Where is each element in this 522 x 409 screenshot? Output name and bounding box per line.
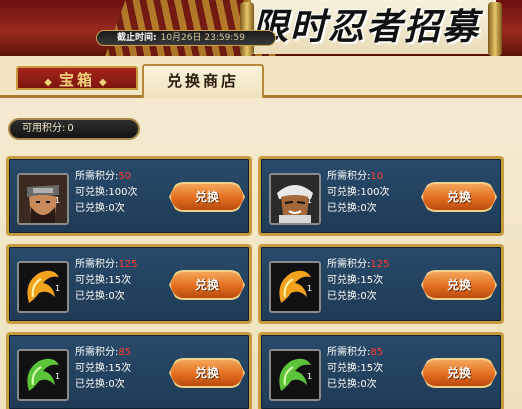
white-haired-ninja-portrait-icon <box>269 173 321 225</box>
limit-value: 15次 <box>360 363 384 374</box>
exchange-button[interactable]: 兑换 <box>169 358 245 388</box>
cost-value: 10 <box>370 171 384 182</box>
shop-item-card: 1 所需积分:50 可兑换:100次 已兑换:0次 兑换 <box>6 156 252 236</box>
used-value: 0次 <box>360 379 377 390</box>
deadline-value: 10月26日 23:59:59 <box>160 33 245 43</box>
used-label: 已兑换: <box>75 291 109 302</box>
item-quantity: 1 <box>55 372 61 381</box>
used-label: 已兑换: <box>75 203 109 214</box>
shop-item-card: 1 所需积分:125 可兑换:15次 已兑换:0次 兑换 <box>258 244 504 324</box>
limit-label: 可兑换: <box>75 363 109 374</box>
item-info: 所需积分:85 可兑换:15次 已兑换:0次 <box>327 345 427 393</box>
exchange-button[interactable]: 兑换 <box>421 270 497 300</box>
event-banner: 限时忍者招募 截止时间: 10月26日 23:59:59 <box>0 0 522 56</box>
limit-value: 100次 <box>360 187 390 198</box>
orange-swirl-scroll-icon <box>17 261 69 313</box>
limit-value: 100次 <box>108 187 138 198</box>
limit-label: 可兑换: <box>75 275 109 286</box>
tab-strip: ◆ 宝箱 ◆ 兑换商店 <box>0 56 522 98</box>
exchange-button[interactable]: 兑换 <box>169 270 245 300</box>
cost-value: 85 <box>118 347 132 358</box>
tab-treasure-label: 宝箱 <box>58 71 95 89</box>
used-label: 已兑换: <box>75 379 109 390</box>
orange-swirl-scroll-icon <box>269 261 321 313</box>
cost-value: 85 <box>370 347 384 358</box>
used-value: 0次 <box>360 203 377 214</box>
cost-label: 所需积分: <box>327 347 371 358</box>
used-label: 已兑换: <box>327 203 361 214</box>
limit-value: 15次 <box>108 363 132 374</box>
cost-label: 所需积分: <box>327 259 371 270</box>
item-info: 所需积分:125 可兑换:15次 已兑换:0次 <box>75 257 175 305</box>
cost-label: 所需积分: <box>327 171 371 182</box>
shop-item-card: 1 所需积分:125 可兑换:15次 已兑换:0次 兑换 <box>6 244 252 324</box>
item-info: 所需积分:125 可兑换:15次 已兑换:0次 <box>327 257 427 305</box>
exchange-button[interactable]: 兑换 <box>421 358 497 388</box>
exchange-button[interactable]: 兑换 <box>169 182 245 212</box>
green-swirl-scroll-icon <box>17 349 69 401</box>
item-info: 所需积分:50 可兑换:100次 已兑换:0次 <box>75 169 175 217</box>
used-value: 0次 <box>108 379 125 390</box>
item-info: 所需积分:10 可兑换:100次 已兑换:0次 <box>327 169 427 217</box>
item-info: 所需积分:85 可兑换:15次 已兑换:0次 <box>75 345 175 393</box>
tab-treasure-box[interactable]: ◆ 宝箱 ◆ <box>16 66 138 90</box>
used-value: 0次 <box>108 291 125 302</box>
used-label: 已兑换: <box>327 291 361 302</box>
event-title: 限时忍者招募 <box>252 6 481 48</box>
limit-label: 可兑换: <box>327 187 361 198</box>
cost-value: 125 <box>370 259 390 270</box>
cost-label: 所需积分: <box>75 259 119 270</box>
item-quantity: 1 <box>307 196 313 205</box>
limit-label: 可兑换: <box>75 187 109 198</box>
points-label: 可用积分: <box>22 123 66 134</box>
points-value: 0 <box>67 123 74 134</box>
used-value: 0次 <box>108 203 125 214</box>
cost-value: 50 <box>118 171 132 182</box>
item-quantity: 1 <box>55 284 61 293</box>
tab-shop-label: 兑换商店 <box>166 72 239 90</box>
available-points: 可用积分: 0 <box>8 118 140 140</box>
deadline-bar: 截止时间: 10月26日 23:59:59 <box>96 30 276 46</box>
item-quantity: 1 <box>307 372 313 381</box>
used-label: 已兑换: <box>327 379 361 390</box>
limit-label: 可兑换: <box>327 363 361 374</box>
masked-ninja-portrait-icon <box>17 173 69 225</box>
item-quantity: 1 <box>55 196 61 205</box>
cost-label: 所需积分: <box>75 347 119 358</box>
tab-exchange-shop[interactable]: 兑换商店 <box>142 64 264 98</box>
shop-item-card: 1 所需积分:85 可兑换:15次 已兑换:0次 兑换 <box>6 332 252 409</box>
green-swirl-scroll-icon <box>269 349 321 401</box>
deadline-label: 截止时间: <box>117 33 157 43</box>
limit-label: 可兑换: <box>327 275 361 286</box>
shop-item-card: 1 所需积分:10 可兑换:100次 已兑换:0次 兑换 <box>258 156 504 236</box>
limit-value: 15次 <box>108 275 132 286</box>
diamond-icon: ◆ <box>44 77 55 88</box>
exchange-button[interactable]: 兑换 <box>421 182 497 212</box>
cost-value: 125 <box>118 259 138 270</box>
shop-item-card: 1 所需积分:85 可兑换:15次 已兑换:0次 兑换 <box>258 332 504 409</box>
diamond-icon: ◆ <box>99 77 110 88</box>
used-value: 0次 <box>360 291 377 302</box>
cost-label: 所需积分: <box>75 171 119 182</box>
limit-value: 15次 <box>360 275 384 286</box>
item-quantity: 1 <box>307 284 313 293</box>
